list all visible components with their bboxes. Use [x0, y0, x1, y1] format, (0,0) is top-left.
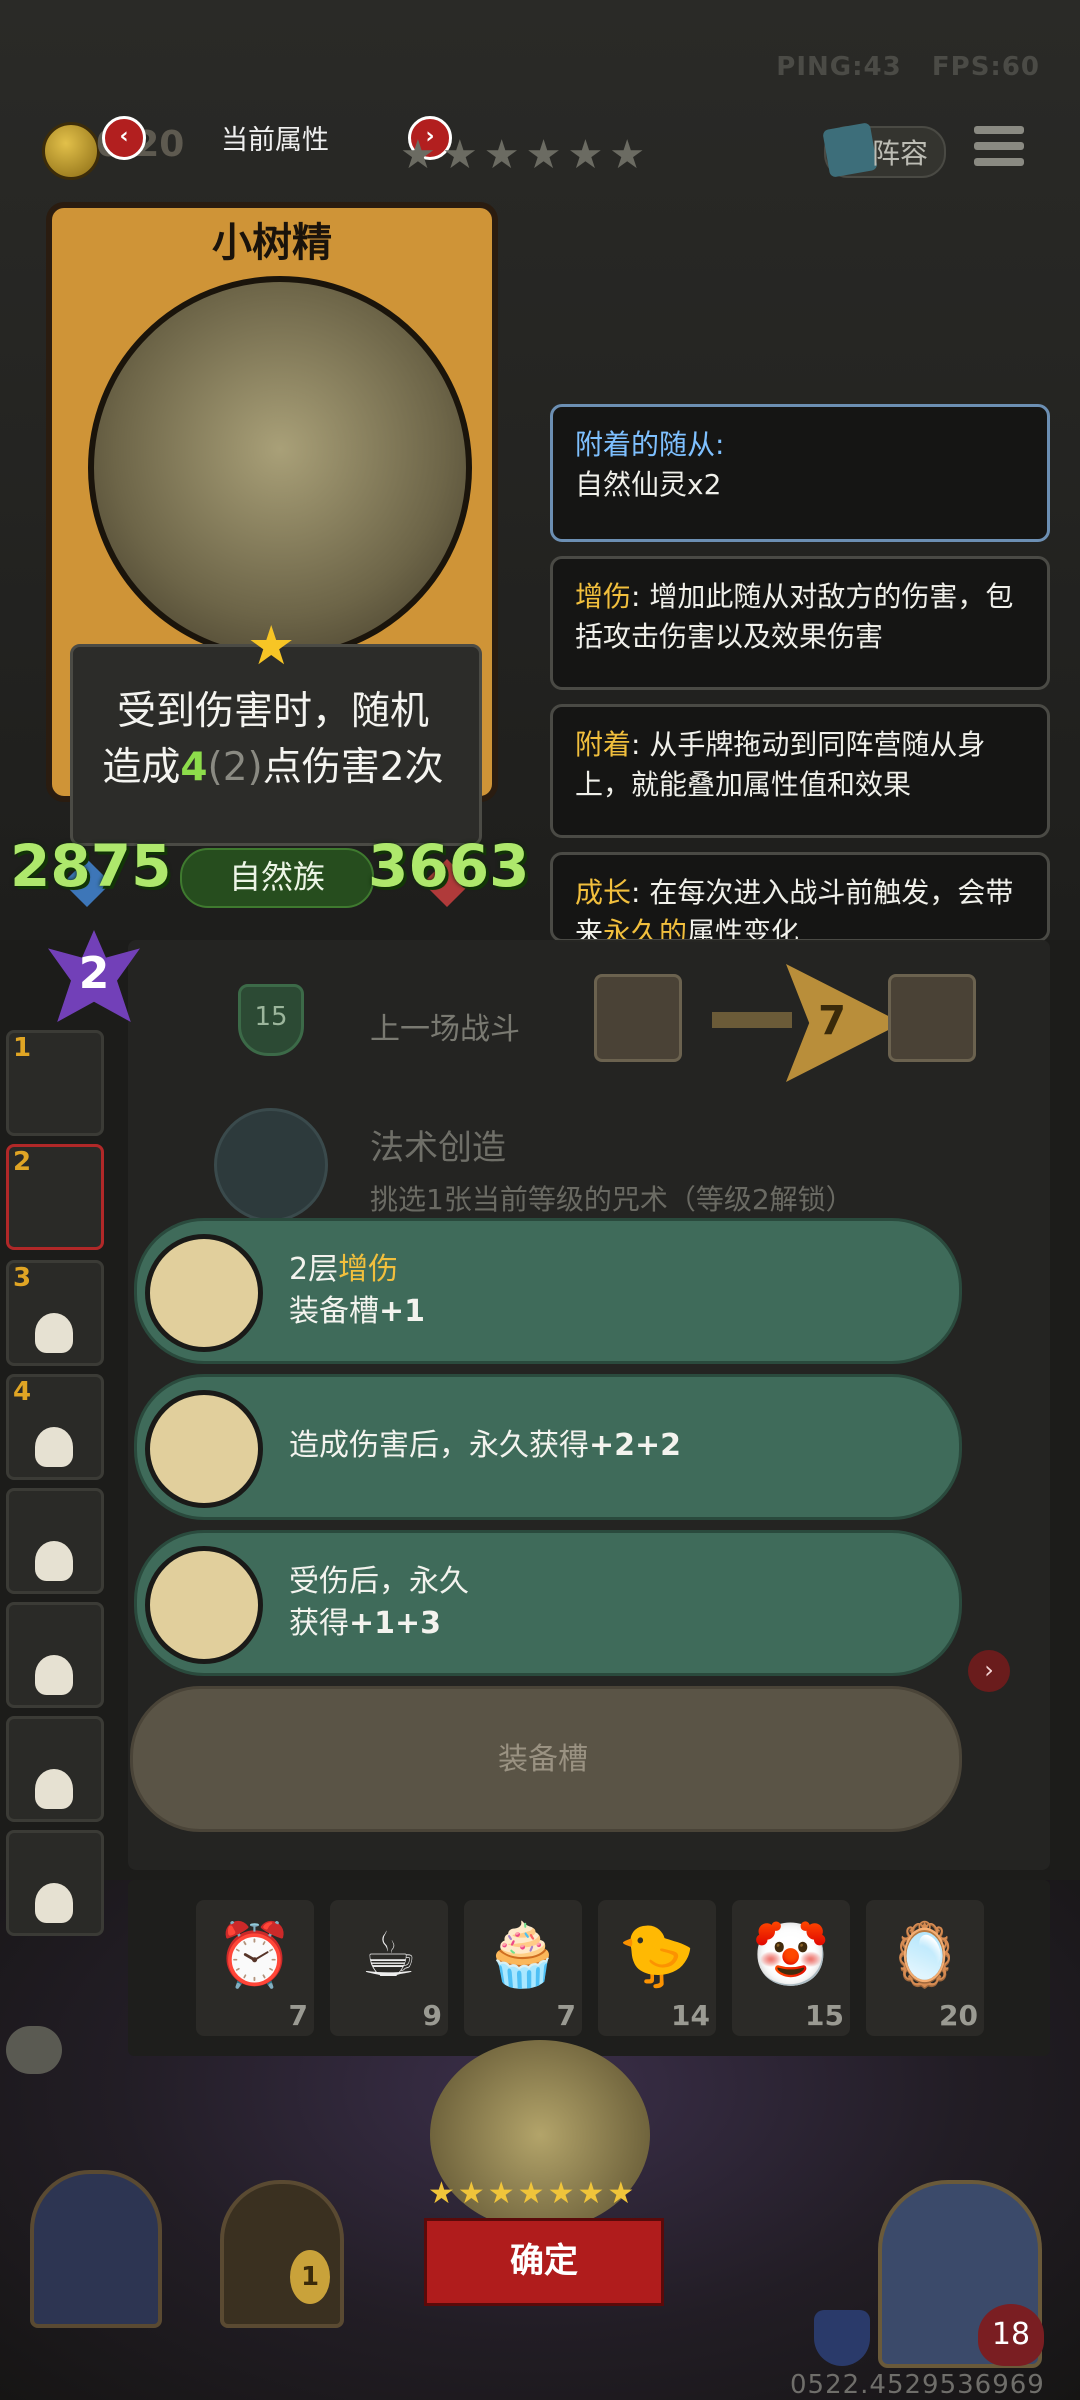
roster-slot-7[interactable] [6, 1716, 104, 1822]
bottom-coin-value: 1 [290, 2250, 330, 2304]
attribute-tab-title: 当前属性 [221, 125, 329, 156]
treasure-door-portrait[interactable] [220, 2180, 344, 2328]
item-clown[interactable]: 🤡 15 [732, 1900, 850, 2036]
shadow-door-portrait[interactable] [30, 2170, 162, 2328]
roster-slot-3[interactable]: 3 [6, 1260, 104, 1366]
spell-create-desc: 挑选1张当前等级的咒术（等级2解锁） [370, 1183, 854, 1216]
spell-create-title: 法术创造 [370, 1128, 506, 1168]
hero-health: 18 [978, 2304, 1044, 2366]
sword-icon [712, 1012, 792, 1028]
attached-title: 附着的随从: [575, 428, 725, 461]
candelabra-icon [145, 1546, 263, 1664]
skull-icon [35, 1427, 73, 1467]
skull-icon [35, 1313, 73, 1353]
option-damage-boost[interactable]: 2层增伤 装备槽+1 [134, 1218, 962, 1364]
armor-shield-icon [814, 2310, 870, 2366]
option-1-line-2: 装备槽+1 [289, 1294, 426, 1329]
card-star-icon: ★ [247, 614, 296, 677]
bird-icon: 🐤 [618, 1918, 696, 1991]
health-value: 3663 [368, 832, 530, 900]
top-star-rating: ★★★★★★ [400, 132, 652, 178]
minion-description: 受到伤害时，随机 造成4(2)点伤害2次 [70, 684, 476, 796]
roster-slot-5[interactable] [6, 1488, 104, 1594]
menu-icon[interactable] [974, 126, 1024, 176]
minion-name: 小树精 [212, 220, 332, 266]
bottom-star-rating: ★★★★★★★ [428, 2176, 638, 2211]
teacup-icon: ☕ [361, 1918, 417, 1991]
roster-slot-1[interactable]: 1 [6, 1030, 104, 1136]
lineup-book-icon [822, 122, 878, 178]
info-attached-minions: 附着的随从: 自然仙灵x2 [550, 404, 1050, 542]
purple-gauntlet-icon [145, 1234, 263, 1352]
prev-attribute-button[interactable]: ‹ [102, 116, 146, 160]
tribe-badge: 自然族 [180, 848, 374, 908]
item-bird[interactable]: 🐤 14 [598, 1900, 716, 2036]
item-cupcake[interactable]: 🧁 7 [464, 1900, 582, 2036]
option-3-line-2: 获得+1+3 [289, 1606, 442, 1641]
last-opponent-portrait[interactable] [594, 974, 682, 1062]
skull-icon [35, 1541, 73, 1581]
equipment-slot-label: 装备槽 [498, 1742, 588, 1777]
item-mirror[interactable]: 🪞 20 [866, 1900, 984, 2036]
info-damage-boost: 增伤: 增加此随从对敌方的伤害，包括攻击伤害以及效果伤害 [550, 556, 1050, 690]
option-2-line-1: 造成伤害后，永久获得+2+2 [289, 1428, 682, 1463]
roster-slot-4[interactable]: 4 [6, 1374, 104, 1480]
roster-slot-8[interactable] [6, 1830, 104, 1936]
description-line-2: 造成4(2)点伤害2次 [102, 745, 444, 790]
last-fight-label: 上一场战斗 [370, 1012, 520, 1047]
info-growth: 成长: 在每次进入战斗前触发，会带来永久的属性变化 [550, 852, 1050, 942]
option-3-line-1: 受伤后，永久 [289, 1564, 469, 1599]
skull-icon [35, 1655, 73, 1695]
ping-fps-readout: PING:43 FPS:60 [776, 52, 1040, 82]
confirm-button[interactable]: 确定 [424, 2218, 664, 2306]
gold-coin-icon [42, 122, 100, 180]
info-attach: 附着: 从手牌拖动到同阵营随从身上，就能叠加属性值和效果 [550, 704, 1050, 838]
alarm-clock-icon: ⏰ [216, 1918, 294, 1991]
attack-value: 2875 [10, 832, 172, 900]
next-page-icon[interactable]: › [968, 1650, 1010, 1692]
skull-icon [35, 1769, 73, 1809]
option-damage-growth[interactable]: 造成伤害后，永久获得+2+2 [134, 1374, 962, 1520]
treant-portrait [88, 276, 472, 660]
game-seed: 0522.4529536969 [790, 2370, 1045, 2400]
attached-body: 自然仙灵x2 [575, 468, 722, 501]
last-fight-damage: 7 [818, 998, 846, 1044]
item-teacup[interactable]: ☕ 9 [330, 1900, 448, 2036]
tavern-level: 2 [78, 948, 110, 999]
item-alarm-clock[interactable]: ⏰ 7 [196, 1900, 314, 2036]
option-1-line-1: 2层增伤 [289, 1252, 399, 1287]
mirror-icon: 🪞 [886, 1918, 964, 1991]
cupcake-icon: 🧁 [484, 1918, 562, 1991]
description-line-1: 受到伤害时，随机 [116, 689, 429, 734]
spell-card-icon [214, 1108, 328, 1222]
lineup-label: 阵容 [872, 137, 929, 170]
shield-level: 15 [238, 984, 304, 1056]
clown-icon: 🤡 [752, 1918, 830, 1991]
roster-slot-6[interactable] [6, 1602, 104, 1708]
skull-icon [35, 1883, 73, 1923]
roster-slot-2[interactable]: 2 [6, 1144, 104, 1250]
purple-weapon-icon [145, 1390, 263, 1508]
option-hurt-growth[interactable]: 受伤后，永久 获得+1+3 [134, 1530, 962, 1676]
chat-icon[interactable] [6, 2026, 62, 2074]
player-portrait[interactable] [888, 974, 976, 1062]
